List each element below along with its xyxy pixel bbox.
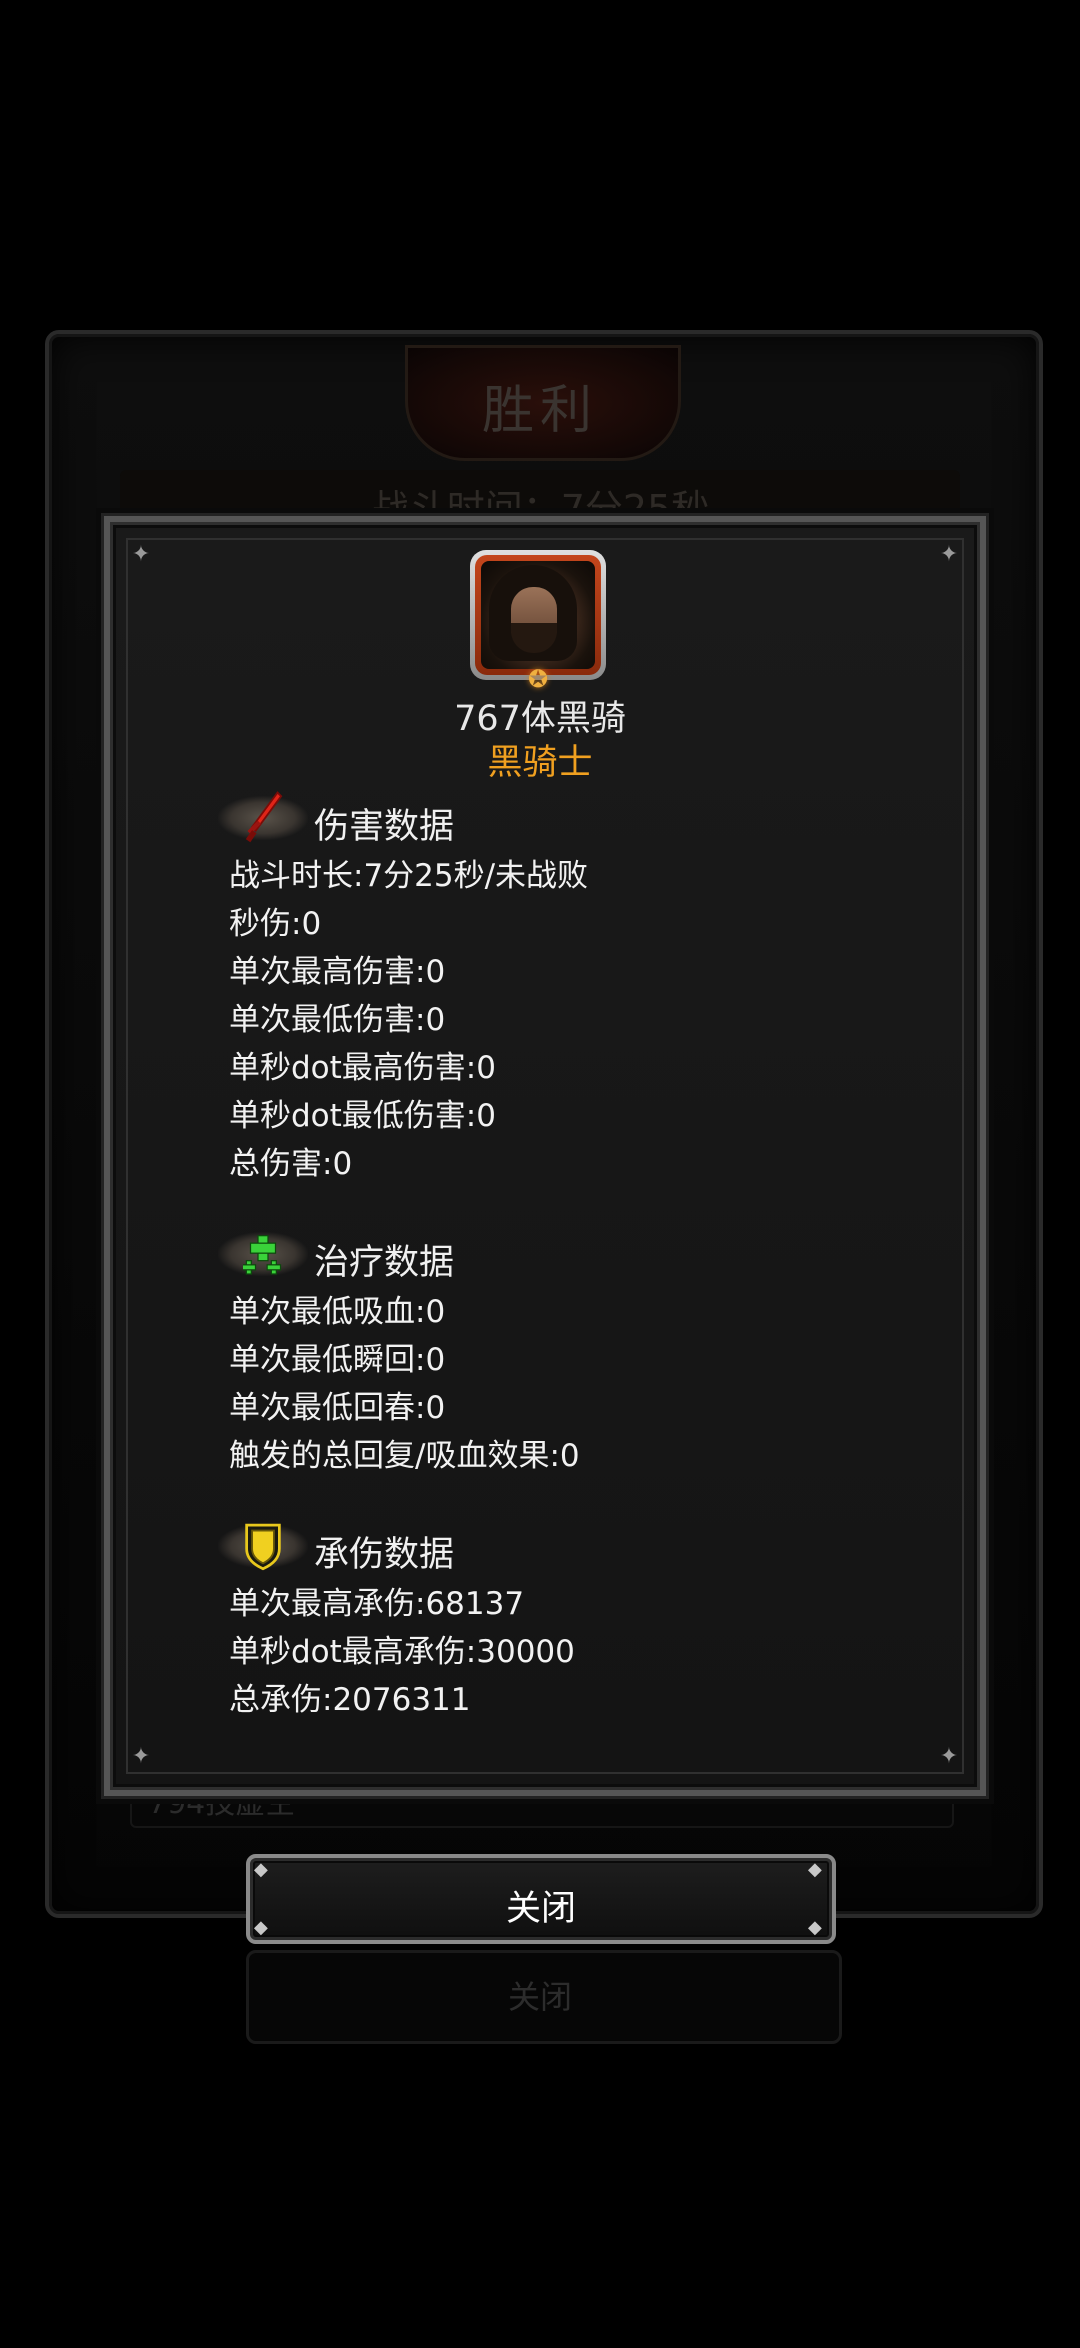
damage-stat-line: 单秒dot最低伤害:0: [229, 1098, 496, 1134]
corner-ornament-icon: ✦: [939, 1744, 959, 1769]
close-button[interactable]: ◆ ◆ ◆ ◆ 关闭: [246, 1854, 836, 1944]
corner-ornament-icon: ✦: [939, 542, 959, 567]
tank-stat-line: 单秒dot最高承伤:30000: [229, 1634, 575, 1670]
healing-stat-line: 单次最低回春:0: [229, 1390, 446, 1426]
close-button-label: 关闭: [505, 1889, 576, 1929]
hero-portrait: [470, 550, 606, 680]
damage-stat-line: 单次最高伤害:0: [229, 954, 446, 990]
healing-stat-line: 单次最低瞬回:0: [229, 1342, 446, 1378]
damage-stat-line: 战斗时长:7分25秒/未战败: [229, 858, 589, 894]
button-corner-icon: ◆: [254, 1859, 268, 1880]
tank-stat-line: 总承伤:2076311: [229, 1682, 471, 1718]
corner-ornament-icon: ✦: [131, 1744, 151, 1769]
damage-stat-line: 单秒dot最高伤害:0: [229, 1050, 496, 1086]
healing-section-title: 治疗数据: [314, 1243, 455, 1283]
tank-stat-line: 单次最高承伤:68137: [229, 1586, 525, 1622]
green-plus-icon: [243, 1226, 283, 1282]
background-close-label: 关闭: [507, 1978, 572, 2016]
corner-ornament-icon: ✦: [131, 542, 151, 567]
portrait-dark-knight-icon: [481, 561, 595, 669]
game-screen: 胜利 战斗时间：7分25秒 794技虚空 关闭 ✦ ✦ ✦ ✦ ✪ 767体黑骑…: [0, 0, 1080, 2348]
damage-stat-line: 秒伤:0: [229, 906, 322, 942]
yellow-shield-icon: [243, 1518, 283, 1574]
player-class: 黑骑士: [487, 743, 593, 783]
damage-stat-line: 总伤害:0: [229, 1146, 353, 1182]
red-sword-icon: [243, 790, 283, 846]
damage-stat-line: 单次最低伤害:0: [229, 1002, 446, 1038]
button-corner-icon: ◆: [808, 1859, 822, 1880]
damage-section-title: 伤害数据: [314, 807, 455, 847]
victory-title: 胜利: [481, 381, 598, 441]
healing-section-icon: [218, 1222, 308, 1286]
damage-section-icon: [218, 786, 308, 850]
healing-stat-line: 单次最低吸血:0: [229, 1294, 446, 1330]
healing-stat-line: 触发的总回复/吸血效果:0: [229, 1438, 580, 1474]
tank-section-icon: [218, 1514, 308, 1578]
tank-section-title: 承伤数据: [314, 1535, 455, 1575]
